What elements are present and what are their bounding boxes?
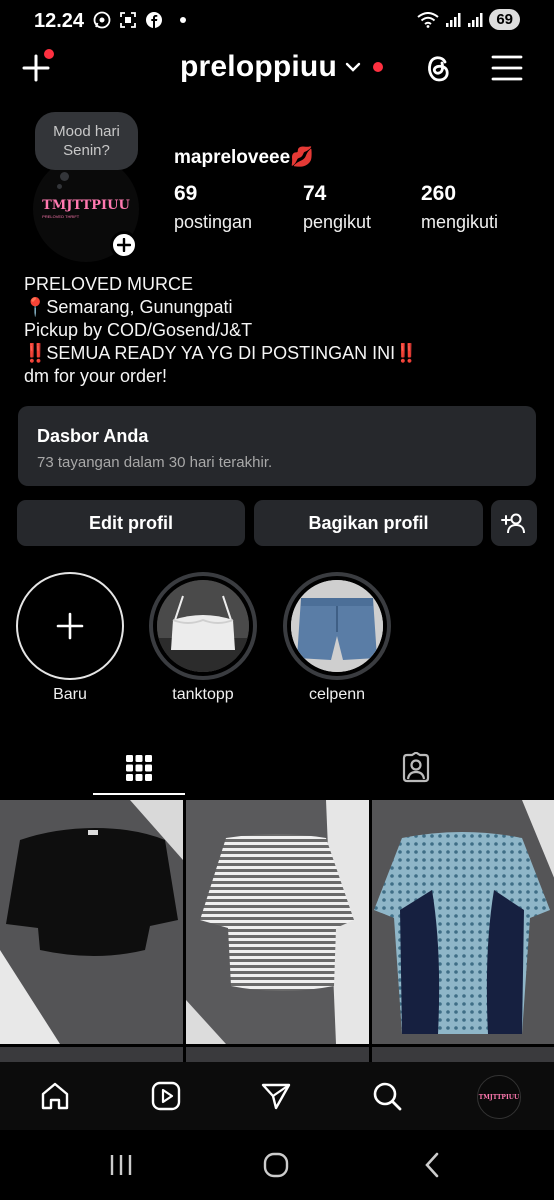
highlight-cover-image bbox=[157, 580, 249, 672]
note-text: Mood hari Senin? bbox=[53, 123, 120, 159]
post-thumbnail[interactable] bbox=[0, 1047, 183, 1062]
bio-line: Pickup by COD/Gosend/J&T bbox=[24, 320, 253, 340]
back-icon bbox=[425, 1152, 439, 1178]
highlight-new[interactable]: Baru bbox=[16, 572, 124, 704]
add-person-icon bbox=[501, 513, 525, 534]
post-thumbnail[interactable] bbox=[372, 800, 554, 1044]
signal-icon bbox=[468, 12, 483, 27]
tagged-icon bbox=[402, 751, 429, 782]
menu-button[interactable] bbox=[490, 52, 524, 84]
search-icon bbox=[373, 1082, 402, 1111]
status-system-icons: 69 bbox=[417, 9, 520, 30]
account-switcher[interactable]: preloppiuu bbox=[180, 50, 383, 84]
signal-icon bbox=[446, 12, 461, 27]
share-profile-button[interactable]: Bagikan profil bbox=[254, 500, 483, 546]
stat-posts[interactable]: 69 postingan bbox=[174, 182, 252, 233]
add-story-button[interactable] bbox=[110, 231, 138, 259]
stat-label: mengikuti bbox=[421, 212, 499, 232]
home-button[interactable] bbox=[256, 1150, 296, 1180]
highlight-label: celpenn bbox=[308, 686, 366, 703]
dashboard-subtitle: 73 tayangan dalam 30 hari terakhir. bbox=[37, 454, 273, 471]
system-nav-bar bbox=[0, 1130, 554, 1200]
back-button[interactable] bbox=[412, 1150, 452, 1180]
stat-followers[interactable]: 74 pengikut bbox=[303, 182, 371, 233]
bio-line: PRELOVED MURCE bbox=[24, 274, 194, 294]
stat-value: 260 bbox=[421, 182, 457, 205]
chevron-down-icon bbox=[345, 62, 361, 72]
nav-search[interactable] bbox=[367, 1076, 407, 1116]
note-bubble[interactable]: Mood hari Senin? bbox=[35, 112, 138, 170]
nav-messages[interactable] bbox=[256, 1076, 296, 1116]
recents-icon bbox=[110, 1155, 132, 1175]
reels-icon bbox=[151, 1081, 181, 1111]
grid-icon bbox=[125, 754, 152, 781]
whatsapp-icon bbox=[92, 10, 112, 30]
professional-dashboard[interactable]: Dasbor Anda 73 tayangan dalam 30 hari te… bbox=[18, 406, 536, 486]
home-circle-icon bbox=[263, 1152, 289, 1178]
profile-bio: PRELOVED MURCE 📍Semarang, Gunungpati Pic… bbox=[24, 273, 418, 388]
tab-posts-grid[interactable] bbox=[46, 740, 231, 795]
send-icon bbox=[261, 1083, 291, 1110]
nav-home[interactable] bbox=[35, 1076, 75, 1116]
highlight-celpenn[interactable]: celpenn bbox=[283, 572, 391, 704]
avatar-logo-sub: PRELOVED THRIFT bbox=[42, 214, 80, 219]
stat-label: pengikut bbox=[303, 212, 372, 232]
discover-people-button[interactable] bbox=[491, 500, 537, 546]
profile-header: preloppiuu bbox=[0, 44, 554, 94]
header-username: preloppiuu bbox=[180, 50, 337, 83]
tab-tagged[interactable] bbox=[323, 740, 508, 795]
battery-icon: 69 bbox=[489, 9, 520, 30]
facebook-icon bbox=[144, 10, 164, 30]
nav-profile-avatar[interactable]: TMJTTPIUU bbox=[477, 1075, 521, 1119]
post-thumbnail[interactable] bbox=[186, 800, 369, 1044]
menu-icon bbox=[491, 55, 523, 81]
stat-value: 69 bbox=[174, 182, 198, 205]
edit-profile-button[interactable]: Edit profil bbox=[17, 500, 245, 546]
highlight-label: Baru bbox=[53, 686, 87, 703]
threads-button[interactable] bbox=[420, 50, 456, 86]
post-thumbnail[interactable] bbox=[186, 1047, 369, 1062]
threads-icon bbox=[428, 56, 449, 82]
bio-line: ‼️SEMUA READY YA YG DI POSTINGAN INI‼️ bbox=[24, 343, 418, 363]
status-time: 12.24 bbox=[34, 10, 85, 32]
stat-value: 74 bbox=[303, 182, 327, 205]
plus-icon bbox=[117, 238, 131, 252]
note-bubble-tail bbox=[60, 172, 69, 181]
home-icon bbox=[41, 1082, 69, 1110]
nav-reels[interactable] bbox=[146, 1076, 186, 1116]
bio-line: dm for your order! bbox=[24, 366, 168, 386]
stat-label: postingan bbox=[174, 212, 253, 232]
status-notification-icons bbox=[92, 10, 186, 30]
display-name: mapreloveee💋 bbox=[174, 147, 314, 168]
notification-dot bbox=[44, 49, 54, 59]
posts-grid bbox=[0, 800, 554, 1062]
status-bar: 12.24 69 bbox=[0, 0, 554, 44]
avatar-logo: TMJTTPIUU bbox=[478, 1093, 520, 1101]
recents-button[interactable] bbox=[101, 1150, 141, 1180]
stat-following[interactable]: 260 mengikuti bbox=[421, 182, 498, 233]
notification-dot bbox=[372, 62, 383, 72]
highlight-ring bbox=[149, 572, 257, 680]
highlight-label: tanktopp bbox=[172, 686, 234, 703]
avatar-logo: TMJTTPIUU bbox=[42, 198, 130, 213]
highlight-ring bbox=[16, 572, 124, 680]
highlight-cover-image bbox=[291, 580, 383, 672]
bottom-nav: TMJTTPIUU bbox=[0, 1062, 554, 1130]
bio-line: 📍Semarang, Gunungpati bbox=[24, 297, 233, 317]
post-thumbnail[interactable] bbox=[0, 800, 183, 1044]
plus-icon bbox=[56, 612, 84, 640]
post-thumbnail[interactable] bbox=[372, 1047, 554, 1062]
highlight-tanktopp[interactable]: tanktopp bbox=[149, 572, 257, 704]
status-dot bbox=[180, 17, 186, 23]
active-tab-indicator bbox=[93, 793, 185, 795]
wifi-icon bbox=[417, 11, 439, 28]
dashboard-title: Dasbor Anda bbox=[37, 426, 149, 446]
highlight-ring bbox=[283, 572, 391, 680]
screenshot-icon bbox=[118, 10, 138, 30]
note-bubble-tail bbox=[57, 184, 62, 189]
